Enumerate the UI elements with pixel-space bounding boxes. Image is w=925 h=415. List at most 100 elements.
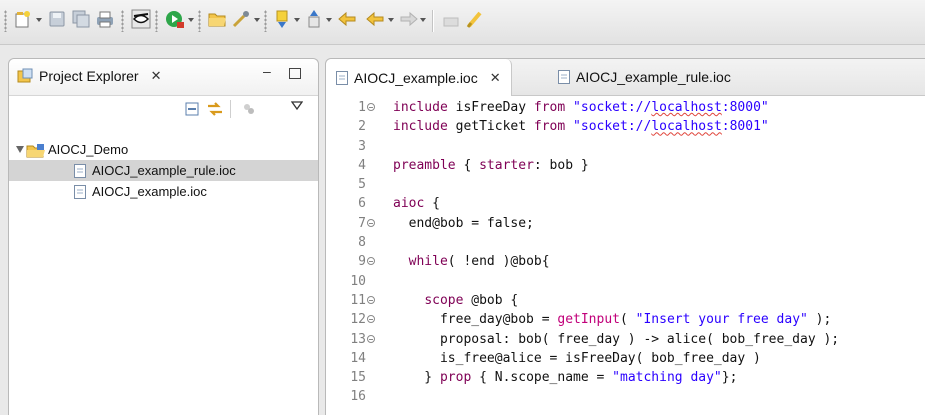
code-editor[interactable]: 1 include isFreeDay from "socket://localh… — [326, 98, 925, 415]
print-icon[interactable] — [94, 8, 116, 30]
code-token: from — [533, 119, 574, 135]
toolbar-grip[interactable] — [198, 10, 201, 32]
collapse-all-icon[interactable] — [184, 101, 200, 117]
code-line[interactable]: 15 } prop { N.scope_name = "matching day… — [326, 368, 925, 387]
pin-icon[interactable] — [440, 8, 462, 30]
back-icon[interactable] — [364, 8, 386, 30]
code-line[interactable]: 5 — [326, 175, 925, 194]
toolbar-grip[interactable] — [121, 10, 124, 32]
file-name: AIOCJ_example_rule.ioc — [92, 163, 236, 178]
code-line[interactable]: 12 free_day@bob = getInput( "Insert your… — [326, 310, 925, 329]
code-token: localhost — [651, 100, 722, 115]
tree-item-file[interactable]: AIOCJ_example_rule.ioc — [9, 160, 318, 181]
fold-toggle-icon[interactable] — [367, 218, 375, 227]
toolbar-grip[interactable] — [264, 10, 267, 32]
file-icon — [74, 184, 86, 199]
tree-item-project[interactable]: AIOCJ_Demo — [9, 139, 318, 160]
code-token: while — [408, 254, 448, 270]
prev-annotation-icon[interactable] — [304, 8, 326, 30]
code-line[interactable]: 9 while( !end )@bob{ — [326, 252, 925, 271]
code-line[interactable]: 16 — [326, 387, 925, 406]
toolbar-grip[interactable] — [4, 10, 7, 32]
code-token: is_free@alice = isFreeDay( bob_free_day … — [393, 350, 761, 366]
code-token: scope — [424, 292, 472, 308]
fold-toggle-icon[interactable] — [367, 103, 375, 111]
line-number: 7 — [358, 215, 366, 231]
code-text: include getTicket from "socket://localho… — [393, 117, 769, 136]
tree-item-file[interactable]: AIOCJ_example.ioc — [9, 181, 318, 202]
next-annotation-icon[interactable] — [272, 8, 294, 30]
back-dropdown-icon[interactable] — [388, 18, 394, 22]
project-explorer-toolbar — [9, 95, 318, 121]
forward-dropdown-icon[interactable] — [420, 18, 426, 22]
code-line[interactable]: 14 is_free@alice = isFreeDay( bob_free_d… — [326, 349, 925, 368]
editor-tab-label: AIOCJ_example_rule.ioc — [576, 69, 731, 85]
code-line[interactable]: 3 — [326, 137, 925, 156]
eye-icon[interactable] — [130, 8, 152, 30]
brush-icon[interactable] — [464, 8, 486, 30]
toolbar-separator — [432, 10, 433, 32]
filters-icon[interactable] — [241, 101, 257, 117]
fold-toggle-icon[interactable] — [367, 315, 375, 324]
code-line[interactable]: 13 proposal: bob( free_day ) -> alice( b… — [326, 330, 925, 349]
line-number: 14 — [350, 350, 366, 366]
fold-toggle-icon[interactable] — [367, 334, 375, 343]
expand-arrow-icon[interactable] — [16, 146, 24, 153]
project-explorer-tabbar: Project Explorer ✕ – — [9, 59, 318, 96]
code-token: { — [432, 196, 440, 212]
project-explorer-tab[interactable]: Project Explorer ✕ — [17, 68, 162, 84]
code-token: :8000" — [721, 100, 769, 115]
project-name: AIOCJ_Demo — [48, 142, 129, 157]
code-line[interactable]: 8 — [326, 233, 925, 252]
close-icon[interactable]: ✕ — [151, 68, 162, 84]
code-line[interactable]: 2 include getTicket from "socket://localh… — [326, 117, 925, 136]
line-number: 2 — [358, 119, 366, 135]
open-folder-icon[interactable] — [206, 8, 228, 30]
code-token: preamble — [393, 157, 464, 173]
code-text: aioc { — [393, 194, 440, 213]
maximize-icon[interactable] — [289, 68, 301, 79]
view-menu-icon[interactable] — [291, 101, 303, 111]
fold-toggle-icon[interactable] — [367, 257, 375, 266]
code-token: include — [393, 100, 456, 115]
code-line[interactable]: 4 preamble { starter: bob } — [326, 156, 925, 175]
minimize-icon[interactable]: – — [263, 63, 271, 79]
prev-annotation-dropdown-icon[interactable] — [326, 18, 332, 22]
editor-tab[interactable]: AIOCJ_example_rule.ioc — [548, 59, 741, 95]
code-token: @bob { — [471, 292, 519, 308]
code-text: while( !end )@bob{ — [393, 252, 550, 271]
new-dropdown-icon[interactable] — [36, 18, 42, 22]
forward-icon[interactable] — [398, 8, 420, 30]
code-token: "socket:// — [573, 100, 652, 115]
code-token: end@bob = false; — [393, 215, 534, 231]
save-icon[interactable] — [46, 8, 68, 30]
tools-icon[interactable] — [230, 8, 252, 30]
last-edit-icon[interactable] — [336, 8, 358, 30]
line-number: 9 — [358, 254, 366, 270]
save-all-icon[interactable] — [70, 8, 92, 30]
close-icon[interactable]: ✕ — [490, 70, 501, 86]
link-with-editor-icon[interactable] — [206, 101, 224, 117]
code-line[interactable]: 6 aioc { — [326, 194, 925, 213]
code-line[interactable]: 7 end@bob = false; — [326, 214, 925, 233]
code-text: include isFreeDay from "socket://localho… — [393, 98, 769, 117]
editor-tab-active[interactable]: AIOCJ_example.ioc ✕ — [326, 59, 512, 96]
code-line[interactable]: 11 scope @bob { — [326, 291, 925, 310]
tools-dropdown-icon[interactable] — [254, 18, 260, 22]
line-number: 16 — [350, 389, 366, 405]
project-tree: AIOCJ_Demo AIOCJ_example_rule.ioc AIOCJ_… — [9, 139, 318, 202]
project-explorer-icon — [17, 68, 33, 83]
code-text: proposal: bob( free_day ) -> alice( bob_… — [393, 330, 839, 349]
code-line[interactable]: 10 — [326, 272, 925, 291]
code-line[interactable]: 1 include isFreeDay from "socket://localh… — [326, 98, 925, 117]
editor-view: AIOCJ_example.ioc ✕ AIOCJ_example_rule.i… — [325, 58, 925, 415]
code-token: }; — [721, 370, 738, 386]
toolbar-grip[interactable] — [155, 10, 158, 32]
run-dropdown-icon[interactable] — [188, 18, 194, 22]
code-token: ( — [620, 312, 636, 328]
line-number: 6 — [358, 196, 366, 212]
new-icon[interactable] — [12, 8, 34, 30]
fold-toggle-icon[interactable] — [367, 295, 375, 304]
next-annotation-dropdown-icon[interactable] — [294, 18, 300, 22]
run-icon[interactable] — [164, 8, 186, 30]
